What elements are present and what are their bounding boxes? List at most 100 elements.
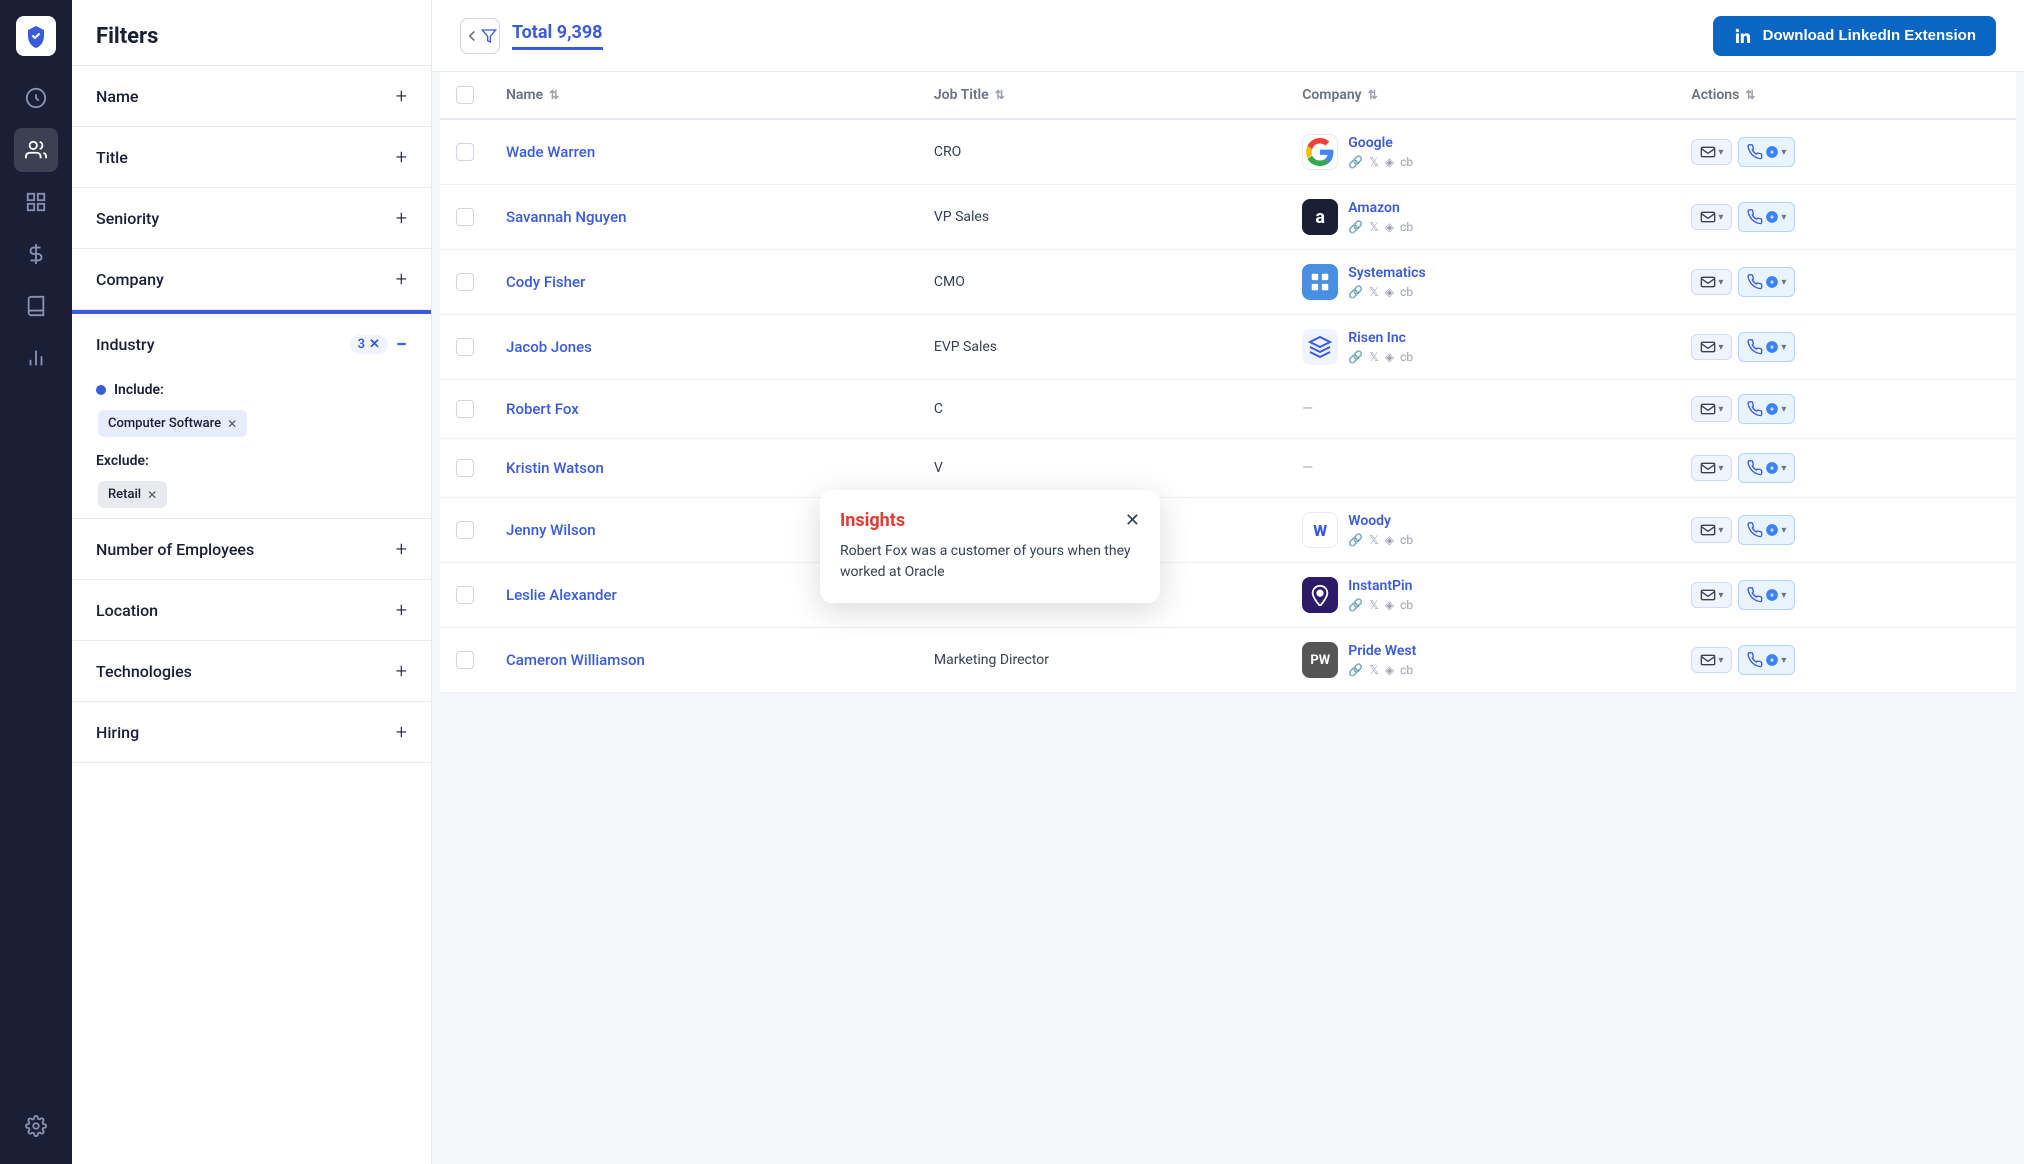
row-checkbox[interactable]: [456, 400, 474, 418]
company-name-link[interactable]: Systematics: [1348, 265, 1425, 281]
company-link-icon[interactable]: 🔗: [1348, 598, 1363, 612]
company-twitter-icon[interactable]: 𝕏: [1369, 220, 1379, 234]
company-crunchbase-icon[interactable]: ◈: [1385, 598, 1394, 612]
company-cb-icon[interactable]: cb: [1400, 663, 1413, 677]
filter-employees-row[interactable]: Number of Employees +: [72, 519, 431, 579]
email-action-btn[interactable]: ▾: [1691, 647, 1732, 673]
company-twitter-icon[interactable]: 𝕏: [1369, 533, 1379, 547]
nav-item-dashboard[interactable]: [14, 76, 58, 120]
phone-action-btn[interactable]: + ▾: [1738, 515, 1795, 545]
nav-item-settings[interactable]: [14, 1104, 58, 1148]
person-name-link[interactable]: Robert Fox: [506, 400, 579, 418]
phone-action-btn[interactable]: + ▾: [1738, 202, 1795, 232]
filter-name-row[interactable]: Name +: [72, 66, 431, 126]
company-twitter-icon[interactable]: 𝕏: [1369, 598, 1379, 612]
col-actions-sort[interactable]: Actions ⇅: [1691, 87, 2000, 103]
email-action-btn[interactable]: ▾: [1691, 517, 1732, 543]
company-crunchbase-icon[interactable]: ◈: [1385, 220, 1394, 234]
person-name-link[interactable]: Savannah Nguyen: [506, 208, 626, 226]
phone-action-btn[interactable]: + ▾: [1738, 453, 1795, 483]
company-link-icon[interactable]: 🔗: [1348, 350, 1363, 364]
company-name-link[interactable]: Amazon: [1348, 200, 1413, 216]
filter-industry-row[interactable]: Industry 3 ✕ −: [72, 312, 431, 374]
linkedin-extension-button[interactable]: Download LinkedIn Extension: [1713, 16, 1996, 56]
company-name-link[interactable]: Google: [1348, 135, 1413, 151]
company-cb-icon[interactable]: cb: [1400, 220, 1413, 234]
email-action-btn[interactable]: ▾: [1691, 269, 1732, 295]
company-crunchbase-icon[interactable]: ◈: [1385, 533, 1394, 547]
company-cb-icon[interactable]: cb: [1400, 598, 1413, 612]
company-cb-icon[interactable]: cb: [1400, 285, 1413, 299]
phone-action-btn[interactable]: + ▾: [1738, 267, 1795, 297]
email-action-btn[interactable]: ▾: [1691, 396, 1732, 422]
email-action-btn[interactable]: ▾: [1691, 139, 1732, 165]
select-all-checkbox[interactable]: [456, 86, 474, 104]
person-name-link[interactable]: Cody Fisher: [506, 273, 585, 291]
row-checkbox[interactable]: [456, 586, 474, 604]
email-action-btn[interactable]: ▾: [1691, 204, 1732, 230]
col-name-sort[interactable]: Name ⇅: [506, 87, 902, 103]
row-checkbox[interactable]: [456, 651, 474, 669]
company-twitter-icon[interactable]: 𝕏: [1369, 663, 1379, 677]
nav-item-revenue[interactable]: [14, 232, 58, 276]
person-name-link[interactable]: Jenny Wilson: [506, 521, 596, 539]
company-name-link[interactable]: Pride West: [1348, 643, 1416, 659]
phone-action-btn[interactable]: + ▾: [1738, 645, 1795, 675]
row-checkbox[interactable]: [456, 273, 474, 291]
row-checkbox[interactable]: [456, 143, 474, 161]
company-cb-icon[interactable]: cb: [1400, 155, 1413, 169]
company-name-link[interactable]: Woody: [1348, 513, 1413, 529]
nav-item-people[interactable]: [14, 128, 58, 172]
company-twitter-icon[interactable]: 𝕏: [1369, 155, 1379, 169]
insights-popup-close[interactable]: ✕: [1125, 510, 1140, 531]
filter-location-row[interactable]: Location +: [72, 580, 431, 640]
email-action-btn[interactable]: ▾: [1691, 582, 1732, 608]
col-company-sort[interactable]: Company ⇅: [1302, 87, 1659, 103]
person-name-link[interactable]: Leslie Alexander: [506, 586, 617, 604]
col-job-title-sort[interactable]: Job Title ⇅: [934, 87, 1270, 103]
row-checkbox[interactable]: [456, 521, 474, 539]
phone-action-btn[interactable]: + ▾: [1738, 332, 1795, 362]
company-crunchbase-icon[interactable]: ◈: [1385, 350, 1394, 364]
row-checkbox[interactable]: [456, 459, 474, 477]
company-cb-icon[interactable]: cb: [1400, 533, 1413, 547]
industry-tag-retail-remove[interactable]: ✕: [147, 488, 157, 502]
nav-item-book[interactable]: [14, 284, 58, 328]
filter-technologies-row[interactable]: Technologies +: [72, 641, 431, 701]
company-link-icon[interactable]: 🔗: [1348, 663, 1363, 677]
company-crunchbase-icon[interactable]: ◈: [1385, 155, 1394, 169]
person-name-link[interactable]: Wade Warren: [506, 143, 595, 161]
industry-tag-computer-software-remove[interactable]: ✕: [227, 417, 237, 431]
email-action-btn[interactable]: ▾: [1691, 455, 1732, 481]
company-link-icon[interactable]: 🔗: [1348, 533, 1363, 547]
filter-company-row[interactable]: Company +: [72, 249, 431, 309]
company-link-icon[interactable]: 🔗: [1348, 285, 1363, 299]
company-crunchbase-icon[interactable]: ◈: [1385, 285, 1394, 299]
email-action-btn[interactable]: ▾: [1691, 334, 1732, 360]
phone-action-btn[interactable]: + ▾: [1738, 580, 1795, 610]
row-checkbox[interactable]: [456, 208, 474, 226]
nav-item-chart[interactable]: [14, 336, 58, 380]
company-twitter-icon[interactable]: 𝕏: [1369, 285, 1379, 299]
company-link-icon[interactable]: 🔗: [1348, 220, 1363, 234]
filter-seniority-row[interactable]: Seniority +: [72, 188, 431, 248]
filter-toggle-button[interactable]: [460, 18, 500, 54]
person-name-link[interactable]: Cameron Williamson: [506, 651, 645, 669]
company-name-link[interactable]: Risen Inc: [1348, 330, 1413, 346]
company-name-link[interactable]: InstantPin: [1348, 578, 1413, 594]
person-name-link[interactable]: Kristin Watson: [506, 459, 604, 477]
filter-industry-badge[interactable]: 3 ✕: [350, 335, 388, 354]
filter-industry-clear-icon[interactable]: ✕: [369, 337, 380, 352]
phone-action-btn[interactable]: + ▾: [1738, 394, 1795, 424]
company-crunchbase-icon[interactable]: ◈: [1385, 663, 1394, 677]
person-name-link[interactable]: Jacob Jones: [506, 338, 592, 356]
company-twitter-icon[interactable]: 𝕏: [1369, 350, 1379, 364]
company-cb-icon[interactable]: cb: [1400, 350, 1413, 364]
filter-hiring-row[interactable]: Hiring +: [72, 702, 431, 762]
filter-industry-collapse-icon[interactable]: −: [396, 332, 407, 356]
row-checkbox[interactable]: [456, 338, 474, 356]
nav-item-grid[interactable]: [14, 180, 58, 224]
company-link-icon[interactable]: 🔗: [1348, 155, 1363, 169]
filter-title-row[interactable]: Title +: [72, 127, 431, 187]
phone-action-btn[interactable]: + ▾: [1738, 137, 1795, 167]
